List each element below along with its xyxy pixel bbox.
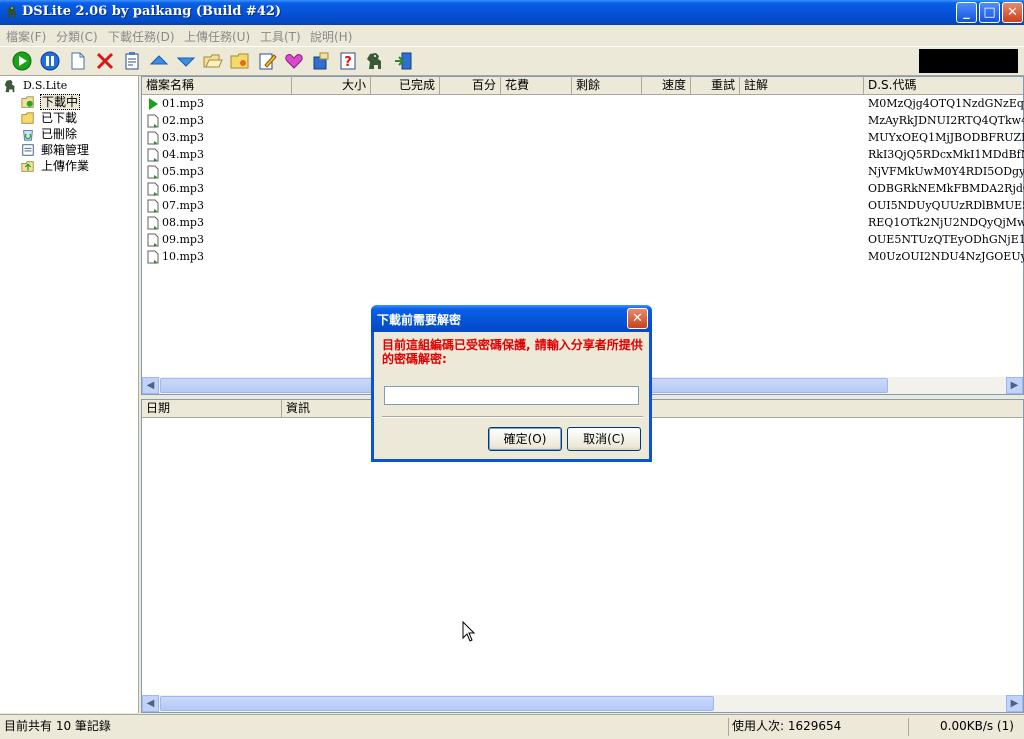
upload-icon — [21, 161, 34, 172]
recycle-icon — [23, 130, 33, 141]
col-filename[interactable]: 檔案名稱 — [142, 77, 292, 94]
scroll-left-button[interactable]: ◀ — [142, 695, 159, 712]
table-row[interactable]: 03.mp3 MUYxOEQ1MjJBODBFRUZDeC — [142, 129, 1024, 146]
open-folder-icon[interactable] — [203, 51, 223, 71]
col-date[interactable]: 日期 — [142, 400, 282, 417]
mouse-cursor-icon — [462, 621, 476, 642]
table-row[interactable]: 09.mp3 OUE5NTUzQTEyODhGNjE1jRT — [142, 231, 1024, 248]
file-list-header: 檔案名稱 大小 已完成 百分 花費 剩餘 速度 重試 註解 D.S.代碼 — [142, 77, 1023, 95]
speed-indicator: 0.00KB/s (1) — [940, 719, 1014, 733]
table-row[interactable]: 10.mp3 M0UzOUI2NDU4NzJGOEUyoR3 — [142, 248, 1024, 265]
table-row[interactable]: 01.mp3 M0MzQjg4OTQ1NzdGNzEq5ND — [142, 95, 1024, 112]
toolbar: ? — [0, 46, 1024, 76]
table-row[interactable]: 05.mp3 NjVFMkUwM0Y4RDI5ODgyzN — [142, 163, 1024, 180]
file-icon — [147, 216, 159, 230]
col-speed[interactable]: 速度 — [642, 77, 691, 94]
folder-icon — [21, 112, 34, 124]
file-icon — [147, 131, 159, 145]
file-icon — [147, 250, 159, 264]
title-bar: DSLite 2.06 by paikang (Build #42) _ □ ✕ — [0, 0, 1024, 25]
log-list-hscrollbar[interactable]: ◀ ▶ — [142, 695, 1023, 712]
menu-file[interactable]: 檔案(F) — [6, 28, 46, 45]
pause-icon[interactable] — [40, 51, 60, 71]
svg-text:?: ? — [344, 55, 352, 70]
status-bar: 目前共有 10 筆記錄 使用人次: 1629654 0.00KB/s (1) — [0, 714, 1024, 739]
mailbox-icon — [22, 144, 34, 156]
maximize-button[interactable]: □ — [979, 2, 1000, 23]
category-tree: D.S.Lite 下載中 已下載 已刪除 郵箱管理 上傳作業 — [0, 76, 139, 713]
scroll-right-button[interactable]: ▶ — [1006, 695, 1023, 712]
file-icon — [147, 233, 159, 247]
password-dialog: 下載前需要解密 ✕ 目前這組編碼已受密碼保護, 請輸入分享者所提供的密碼解密: … — [371, 305, 652, 462]
password-input[interactable] — [384, 386, 639, 405]
mailbox-icon[interactable] — [311, 51, 331, 71]
exit-icon[interactable] — [393, 51, 413, 71]
menu-bar: 檔案(F) 分類(C) 下載任務(D) 上傳任務(U) 工具(T) 說明(H) — [0, 25, 1024, 45]
col-ds-code[interactable]: D.S.代碼 — [864, 77, 1023, 94]
dinosaur-icon — [4, 79, 15, 93]
record-count: 目前共有 10 筆記錄 — [4, 719, 111, 733]
play-icon — [149, 98, 158, 110]
file-icon — [147, 199, 159, 213]
usage-count: 使用人次: 1629654 — [732, 719, 842, 733]
table-row[interactable]: 04.mp3 RkI3QjQ5RDcxMkI1MDdBfNTZ — [142, 146, 1024, 163]
dialog-message: 目前這組編碼已受密碼保護, 請輸入分享者所提供的密碼解密: — [382, 338, 643, 366]
ok-button[interactable]: 確定(O) — [488, 427, 562, 451]
col-retry[interactable]: 重試 — [691, 77, 740, 94]
cancel-button[interactable]: 取消(C) — [567, 427, 641, 451]
file-icon — [147, 148, 159, 162]
folder-icon[interactable] — [230, 51, 250, 71]
menu-tools[interactable]: 工具(T) — [260, 28, 301, 45]
col-elapsed[interactable]: 花費 — [501, 77, 572, 94]
file-icon — [147, 114, 159, 128]
table-row[interactable]: 07.mp3 OUI5NDUyQUUzRDlBMUE5cN — [142, 197, 1024, 214]
properties-icon[interactable] — [122, 51, 142, 71]
delete-icon[interactable] — [95, 51, 115, 71]
play-icon[interactable] — [12, 51, 32, 71]
col-size[interactable]: 大小 — [292, 77, 371, 94]
black-panel — [919, 49, 1018, 73]
dinosaur-icon[interactable] — [365, 51, 385, 71]
new-file-icon[interactable] — [68, 51, 88, 71]
dialog-close-button[interactable]: ✕ — [627, 308, 648, 329]
dialog-title-bar: 下載前需要解密 ✕ — [371, 305, 652, 332]
downloading-folder-icon — [21, 96, 34, 108]
close-button[interactable]: ✕ — [1002, 2, 1023, 23]
file-icon — [147, 182, 159, 196]
table-row[interactable]: 08.mp3 REQ1OTk2NjU2NDQyQjMwEO — [142, 214, 1024, 231]
dialog-divider — [382, 416, 643, 418]
minimize-button[interactable]: _ — [956, 2, 977, 23]
dinosaur-icon — [7, 6, 16, 18]
help-icon[interactable]: ? — [338, 51, 358, 71]
scroll-right-button[interactable]: ▶ — [1006, 377, 1023, 394]
move-up-icon[interactable] — [149, 51, 169, 71]
col-completed[interactable]: 已完成 — [371, 77, 440, 94]
menu-download-tasks[interactable]: 下載任務(D) — [108, 28, 175, 45]
table-row[interactable]: 02.mp3 MzAyRkJDNUI2RTQ4QTkw4NI — [142, 112, 1024, 129]
heart-icon[interactable] — [284, 51, 304, 71]
col-remaining[interactable]: 剩餘 — [572, 77, 642, 94]
window-title: DSLite 2.06 by paikang (Build #42) — [22, 4, 282, 19]
menu-category[interactable]: 分類(C) — [56, 28, 98, 45]
menu-upload-tasks[interactable]: 上傳任務(U) — [184, 28, 250, 45]
col-comment[interactable]: 註解 — [740, 77, 864, 94]
file-icon — [147, 165, 159, 179]
move-down-icon[interactable] — [176, 51, 196, 71]
table-row[interactable]: 06.mp3 ODBGRkNEMkFBMDA2RjdCo — [142, 180, 1024, 197]
menu-help[interactable]: 說明(H) — [310, 28, 352, 45]
col-percent[interactable]: 百分 — [440, 77, 501, 94]
scroll-thumb[interactable] — [160, 696, 714, 711]
scroll-left-button[interactable]: ◀ — [142, 377, 159, 394]
dialog-title: 下載前需要解密 — [377, 313, 462, 327]
edit-icon[interactable] — [257, 51, 277, 71]
